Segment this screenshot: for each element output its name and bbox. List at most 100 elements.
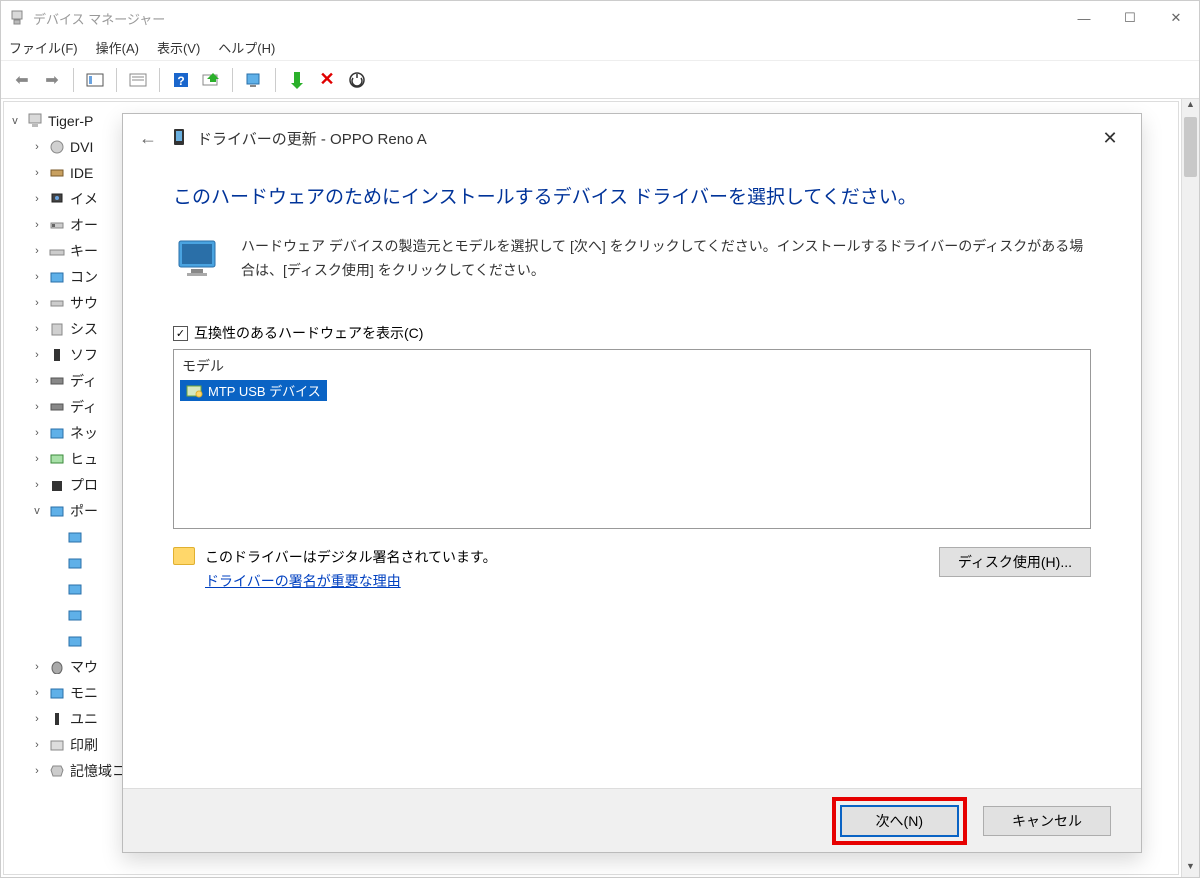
caret-icon[interactable]: › [30,349,44,361]
toolbar-separator [73,68,74,92]
device-category-icon [48,346,66,364]
tree-root-label: Tiger-P [48,113,93,129]
uninstall-device-icon[interactable]: ✕ [314,67,340,93]
tree-item-label: モニ [70,683,98,703]
caret-icon[interactable]: › [30,219,44,231]
menu-help[interactable]: ヘルプ(H) [218,38,275,57]
caret-icon[interactable]: › [30,453,44,465]
tree-item-label: IDE [70,165,93,181]
tree-item-label: DVI [70,139,93,155]
menu-view[interactable]: 表示(V) [157,38,200,57]
caret-icon[interactable]: › [30,141,44,153]
nav-back-icon[interactable]: ⬅ [9,67,35,93]
caret-icon[interactable]: › [30,661,44,673]
device-category-icon [48,476,66,494]
menu-action[interactable]: 操作(A) [96,38,139,57]
toolbar: ⬅ ➡ ? ✕ [1,61,1199,99]
minimize-button[interactable]: — [1061,2,1107,34]
disable-device-icon[interactable] [344,67,370,93]
caret-icon[interactable]: › [30,739,44,751]
caret-icon[interactable]: › [30,193,44,205]
dialog-header: ← ドライバーの更新 - OPPO Reno A ✕ [123,114,1141,162]
device-category-icon [48,684,66,702]
update-driver-icon[interactable] [241,67,267,93]
device-category-icon [48,216,66,234]
caret-icon[interactable]: › [30,427,44,439]
checkbox-icon[interactable]: ✓ [173,326,188,341]
caret-icon[interactable]: v [30,505,44,517]
signed-text: このドライバーはデジタル署名されています。 [205,547,497,567]
model-item-label: MTP USB デバイス [208,381,321,400]
have-disk-button[interactable]: ディスク使用(H)... [939,547,1091,577]
menu-file[interactable]: ファイル(F) [9,38,78,57]
monitor-icon [66,632,84,650]
app-icon [9,10,25,26]
signature-reason-link[interactable]: ドライバーの署名が重要な理由 [205,571,401,591]
scan-hardware-icon[interactable] [198,67,224,93]
caret-icon[interactable]: › [30,167,44,179]
dialog-instruction: ハードウェア デバイスの製造元とモデルを選択して [次へ] をクリックしてくださ… [241,235,1091,283]
tree-item-label: プロ [70,475,98,495]
tree-item-label: ポー [70,501,98,521]
tree-item-label: キー [70,241,98,261]
caret-icon[interactable]: › [30,713,44,725]
device-category-icon [48,320,66,338]
toolbar-separator [275,68,276,92]
cancel-button[interactable]: キャンセル [983,806,1111,836]
vertical-scrollbar[interactable]: ▲ ▼ [1181,99,1199,877]
dialog-heading: このハードウェアのためにインストールするデバイス ドライバーを選択してください。 [173,182,1091,209]
scroll-thumb[interactable] [1184,117,1197,177]
device-category-icon [48,450,66,468]
tree-item-label: サウ [70,293,98,313]
properties-icon[interactable] [125,67,151,93]
maximize-button[interactable]: ☐ [1107,2,1153,34]
caret-icon[interactable]: › [30,479,44,491]
hardware-icon [173,235,221,283]
scroll-up-icon[interactable]: ▲ [1182,99,1199,115]
monitor-icon [66,606,84,624]
nav-forward-icon[interactable]: ➡ [39,67,65,93]
device-category-icon [48,502,66,520]
dialog-close-button[interactable]: ✕ [1087,118,1133,158]
device-category-icon [48,268,66,286]
scroll-down-icon[interactable]: ▼ [1182,861,1199,877]
caret-icon[interactable]: › [30,297,44,309]
device-category-icon [48,190,66,208]
enable-device-icon[interactable] [284,67,310,93]
caret-icon[interactable]: v [8,115,22,127]
device-category-icon [48,164,66,182]
tree-item-label: イメ [70,189,98,209]
signature-row: このドライバーはデジタル署名されています。 ドライバーの署名が重要な理由 ディス… [173,547,1091,591]
toolbar-separator [159,68,160,92]
computer-icon [26,112,44,130]
model-column-header: モデル [178,354,1086,378]
tree-item-label: コン [70,267,98,287]
caret-icon[interactable]: › [30,375,44,387]
model-item-mtp[interactable]: MTP USB デバイス [180,380,327,401]
tree-item-label: マウ [70,657,98,677]
show-hidden-icon[interactable] [82,67,108,93]
window-controls: — ☐ ✕ [1061,2,1199,34]
device-category-icon [48,424,66,442]
close-button[interactable]: ✕ [1153,2,1199,34]
monitor-icon [66,528,84,546]
tree-item-label: オー [70,215,98,235]
caret-icon[interactable]: › [30,323,44,335]
tree-item-label: ディ [70,397,97,417]
signed-badge-icon [186,384,204,398]
dialog-body: このハードウェアのためにインストールするデバイス ドライバーを選択してください。… [123,162,1141,788]
caret-icon[interactable]: › [30,401,44,413]
device-category-icon [48,294,66,312]
help-icon[interactable]: ? [168,67,194,93]
caret-icon[interactable]: › [30,687,44,699]
compat-checkbox-row[interactable]: ✓ 互換性のあるハードウェアを表示(C) [173,323,1091,343]
model-listbox[interactable]: モデル MTP USB デバイス [173,349,1091,529]
next-button[interactable]: 次へ(N) [840,805,959,837]
caret-icon[interactable]: › [30,245,44,257]
caret-icon[interactable]: › [30,271,44,283]
dialog-back-button[interactable]: ← [139,128,169,149]
tree-item-label: ネッ [70,423,98,443]
caret-icon[interactable]: › [30,765,44,777]
device-category-icon [48,658,66,676]
device-category-icon [48,372,66,390]
